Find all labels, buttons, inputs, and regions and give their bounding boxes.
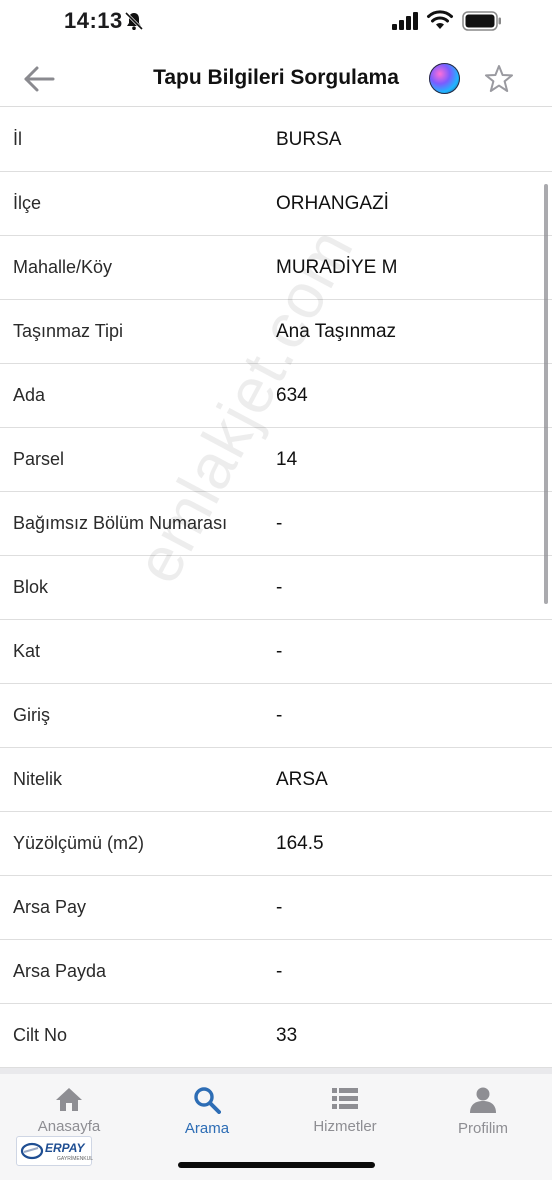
info-row: Taşınmaz Tipi Ana Taşınmaz	[0, 300, 552, 364]
info-row-value: 164.5	[276, 832, 324, 854]
tab-profilim[interactable]: Profilim	[414, 1086, 552, 1146]
user-icon	[470, 1087, 496, 1113]
tab-label: Arama	[184, 1120, 230, 1137]
home-indicator[interactable]	[178, 1162, 375, 1168]
status-bar: 14:13	[0, 0, 552, 44]
info-row-value: 14	[276, 448, 298, 470]
home-icon	[56, 1088, 82, 1111]
cellular-signal-icon	[392, 12, 418, 30]
info-row-label: Arsa Payda	[13, 961, 107, 981]
info-row-value: -	[276, 896, 283, 918]
search-icon	[194, 1087, 221, 1114]
info-row-value: MURADİYE M	[276, 256, 398, 278]
tab-arama[interactable]: Arama	[138, 1086, 276, 1146]
info-row-label: Nitelik	[13, 769, 63, 789]
info-row-value: ARSA	[276, 768, 328, 790]
info-row-label: Yüzölçümü (m2)	[13, 833, 145, 853]
info-row: Ada 634	[0, 364, 552, 428]
info-row: Blok -	[0, 556, 552, 620]
tab-label: Profilim	[457, 1120, 508, 1137]
info-row-label: Arsa Pay	[13, 897, 87, 917]
tab-label: Anasayfa	[37, 1118, 101, 1135]
info-row-label: Parsel	[13, 449, 65, 469]
logo-mark-icon	[20, 1142, 44, 1160]
siri-icon[interactable]	[429, 63, 460, 94]
info-row-value: -	[276, 576, 283, 598]
star-outline-icon	[485, 65, 513, 92]
tab-label: Hizmetler	[313, 1118, 377, 1135]
info-row-value: -	[276, 960, 283, 982]
info-row: Arsa Payda -	[0, 940, 552, 1004]
info-row-label: Kat	[13, 641, 41, 661]
info-row-value: 33	[276, 1024, 298, 1046]
info-row-label: Bağımsız Bölüm Numarası	[13, 513, 228, 533]
info-row: Nitelik ARSA	[0, 748, 552, 812]
property-info-list[interactable]: İl BURSA İlçe ORHANGAZİ Mahalle/Köy MURADİYE …	[0, 108, 552, 1068]
info-row-label: Mahalle/Köy	[13, 257, 113, 277]
info-row-label: Taşınmaz Tipi	[13, 321, 124, 341]
scrollbar[interactable]	[544, 184, 548, 604]
info-row: İl BURSA	[0, 108, 552, 172]
status-time: 14:13	[64, 8, 123, 33]
info-row-value: ORHANGAZİ	[276, 192, 389, 214]
info-row-label: Cilt No	[13, 1025, 68, 1045]
tab-hizmetler[interactable]: Hizmetler	[276, 1086, 414, 1146]
info-row: İlçe ORHANGAZİ	[0, 172, 552, 236]
info-row: Parsel 14	[0, 428, 552, 492]
page-title: Tapu Bilgileri Sorgulama	[153, 66, 399, 89]
info-row: Kat -	[0, 620, 552, 684]
info-row-value: -	[276, 512, 283, 534]
info-row: Giriş -	[0, 684, 552, 748]
list-icon	[332, 1088, 358, 1109]
battery-icon	[462, 11, 501, 31]
info-row-value: BURSA	[276, 128, 342, 150]
info-row-value: -	[276, 640, 283, 662]
info-row-label: Giriş	[13, 705, 50, 725]
info-row-label: İl	[13, 129, 22, 149]
info-row-label: Blok	[13, 577, 49, 597]
info-row-label: İlçe	[13, 193, 42, 213]
info-row-value: Ana Taşınmaz	[276, 320, 397, 342]
info-row-label: Ada	[13, 385, 46, 405]
brand-logo-name: ERPAY	[45, 1141, 85, 1155]
info-row: Arsa Pay -	[0, 876, 552, 940]
info-row: Cilt No 33	[0, 1004, 552, 1068]
favorite-button[interactable]	[484, 64, 514, 94]
bell-slash-icon	[124, 11, 144, 31]
info-row-value: 634	[276, 384, 308, 406]
info-row: Yüzölçümü (m2) 164.5	[0, 812, 552, 876]
brand-logo-sub: GAYRİMENKUL	[57, 1156, 94, 1162]
wifi-icon	[427, 10, 453, 29]
info-row: Mahalle/Köy MURADİYE M	[0, 236, 552, 300]
info-row: Bağımsız Bölüm Numarası -	[0, 492, 552, 556]
info-row-value: -	[276, 704, 283, 726]
brand-logo: ERPAY GAYRİMENKUL	[16, 1136, 94, 1166]
navigation-bar: Tapu Bilgileri Sorgulama	[0, 50, 552, 107]
